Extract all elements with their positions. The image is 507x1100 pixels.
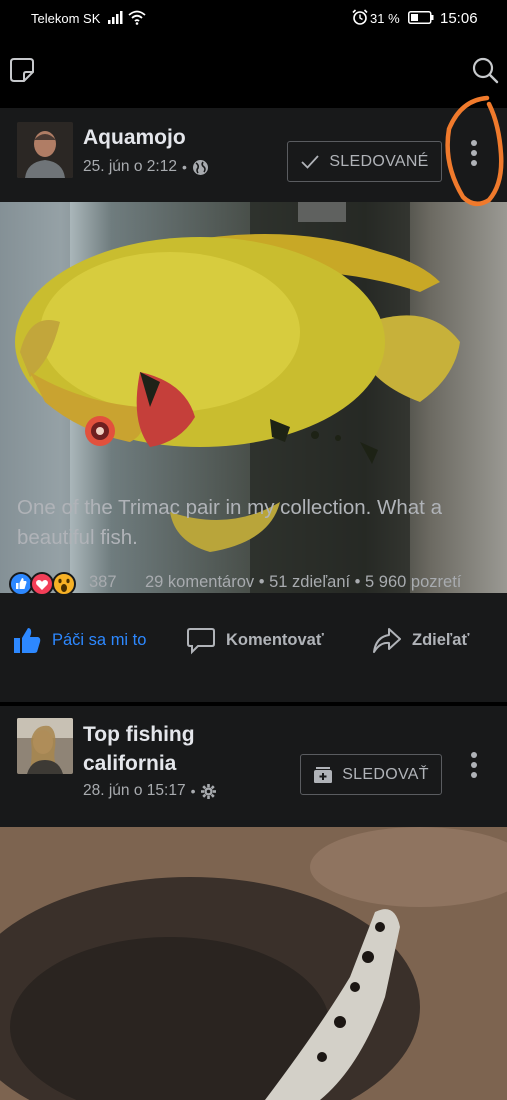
annotation-circle	[445, 95, 504, 207]
post-meta: 25. jún o 2:12 •	[83, 158, 209, 176]
post-meta: 28. jún o 15:17 •	[83, 782, 217, 800]
add-follow-icon	[314, 766, 333, 783]
more-vertical-icon[interactable]	[464, 750, 484, 780]
fish-school-image	[0, 827, 507, 1100]
follow-button[interactable]: SLEDOVAŤ	[300, 754, 442, 795]
battery-icon	[408, 11, 434, 24]
like-button[interactable]: Páči sa mi to	[12, 618, 146, 662]
thumbs-up-icon	[14, 628, 41, 653]
share-button[interactable]: Zdieľať	[372, 618, 469, 662]
like-button-label: Páči sa mi to	[52, 630, 147, 649]
post-author[interactable]: Top fishing california	[83, 720, 273, 778]
battery-percent: 31 %	[370, 11, 400, 26]
sticker-icon[interactable]	[9, 57, 35, 83]
reaction-icons[interactable]	[9, 571, 81, 597]
following-button-label: SLEDOVANÉ	[329, 152, 429, 170]
avatar[interactable]	[17, 122, 73, 178]
clock: 15:06	[440, 10, 478, 27]
carrier-name: Telekom SK	[31, 11, 101, 26]
post-actions: Páči sa mi to Komentovať Zdieľať	[0, 618, 507, 662]
post-card: Aquamojo 25. jún o 2:12 • SLEDOVANÉ One …	[0, 108, 507, 702]
post-card: Top fishing california 28. jún o 15:17 •…	[0, 706, 507, 1100]
post-date[interactable]: 28. jún o 15:17	[83, 782, 186, 800]
post-author[interactable]: Aquamojo	[83, 123, 186, 152]
comment-button-label: Komentovať	[226, 630, 324, 649]
meta-separator: •	[181, 159, 187, 175]
status-bar: Telekom SK 31 % 15:06	[0, 0, 507, 36]
shares-count[interactable]: 51 zdieľaní	[269, 573, 350, 591]
signal-icon	[108, 11, 123, 24]
following-button[interactable]: SLEDOVANÉ	[287, 141, 442, 182]
stats-separator: •	[354, 573, 361, 591]
alarm-icon	[352, 9, 368, 25]
stats-separator: •	[258, 573, 265, 591]
globe-icon	[192, 159, 208, 175]
post-caption: One of the Trimac pair in my collection.…	[17, 496, 442, 549]
avatar[interactable]	[17, 718, 73, 774]
avatar-image	[17, 122, 73, 178]
meta-separator: •	[190, 783, 196, 799]
share-icon	[373, 628, 401, 653]
post-stats: 387 29 komentárov • 51 zdieľaní • 5 960 …	[9, 570, 507, 596]
reaction-count[interactable]: 387	[89, 573, 117, 592]
views-count[interactable]: 5 960 pozretí	[365, 573, 461, 591]
wifi-icon	[128, 10, 146, 25]
follow-button-label: SLEDOVAŤ	[342, 765, 429, 783]
comment-button[interactable]: Komentovať	[186, 618, 324, 662]
post-image[interactable]	[0, 827, 507, 1100]
app-bar	[0, 36, 507, 100]
share-button-label: Zdieľať	[412, 630, 470, 649]
engagement-stats: 29 komentárov • 51 zdieľaní • 5 960 pozr…	[145, 573, 461, 592]
post-date[interactable]: 25. jún o 2:12	[83, 158, 177, 176]
checkmark-icon	[301, 154, 319, 169]
settings-gear-icon	[201, 783, 217, 799]
search-icon[interactable]	[471, 56, 499, 84]
comment-icon	[187, 628, 215, 655]
comments-count[interactable]: 29 komentárov	[145, 573, 254, 591]
avatar-image	[17, 718, 73, 774]
